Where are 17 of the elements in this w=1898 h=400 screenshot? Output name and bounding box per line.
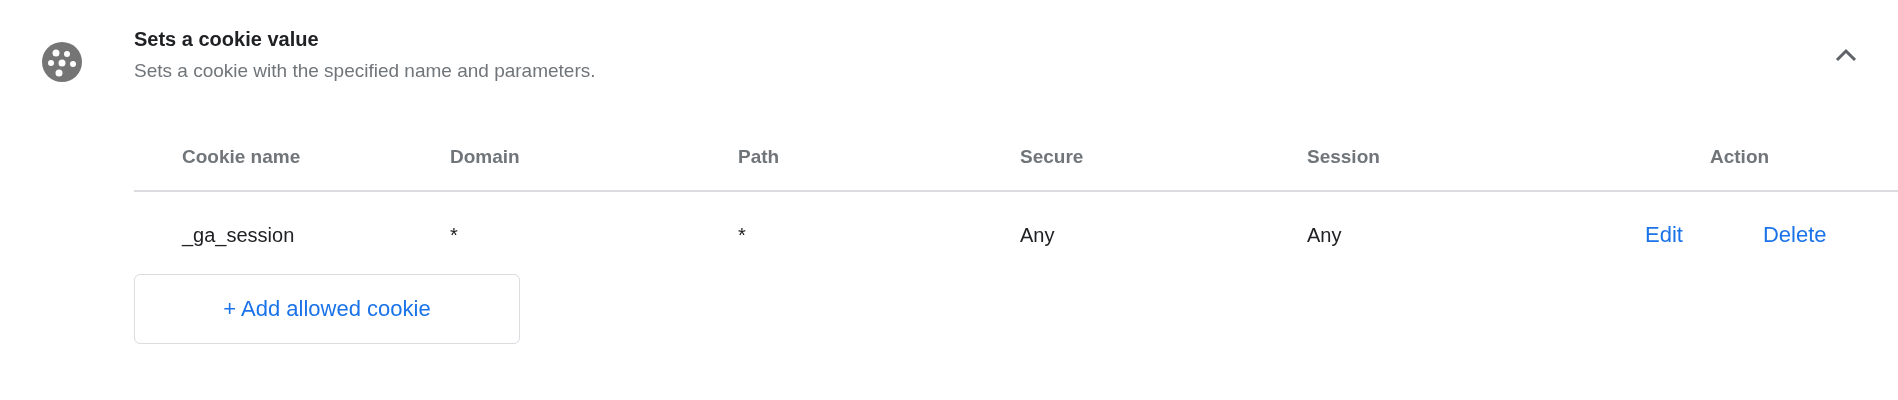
column-header: Session [1307, 146, 1380, 168]
column-header: Domain [450, 146, 520, 168]
column-header: Path [738, 146, 780, 168]
table-cell: _ga_session [182, 223, 295, 247]
section-title: Sets a cookie value [134, 27, 319, 52]
column-header: Secure [1020, 146, 1084, 168]
table-cell: * [450, 223, 458, 247]
add-cookie-button[interactable]: + Add allowed cookie [134, 274, 520, 344]
edit-link[interactable]: Edit [1645, 222, 1683, 248]
table-cell: Any [1020, 223, 1055, 247]
table-cell: Any [1307, 223, 1342, 247]
column-header: Action [1710, 146, 1770, 168]
column-header: Cookie name [182, 146, 301, 168]
section-description: Sets a cookie with the specified name and parameters. [134, 59, 596, 83]
cookie-icon [42, 42, 82, 82]
table-cell: * [738, 223, 746, 247]
delete-link[interactable]: Delete [1762, 222, 1827, 248]
